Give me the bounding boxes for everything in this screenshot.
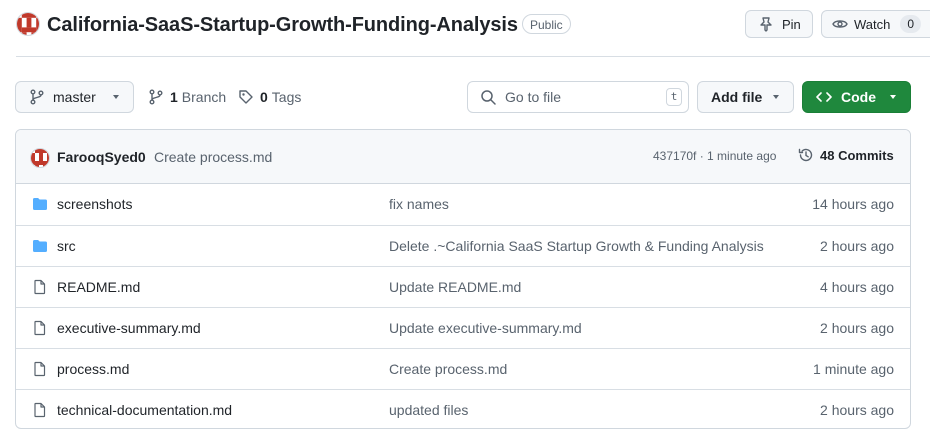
file-row[interactable]: src Delete .~California SaaS Startup Gro… xyxy=(16,225,910,266)
watch-button[interactable]: Watch 0 xyxy=(821,10,930,38)
search-placeholder: Go to file xyxy=(505,89,562,105)
folder-icon xyxy=(32,196,48,215)
file-row[interactable]: screenshots fix names 14 hours ago xyxy=(16,184,910,225)
branch-count: 1 xyxy=(170,89,178,105)
file-commit-message[interactable]: updated files xyxy=(389,402,774,418)
file-name[interactable]: executive-summary.md xyxy=(57,320,201,336)
file-icon xyxy=(32,361,48,380)
file-name[interactable]: technical-documentation.md xyxy=(57,402,232,418)
identicon-avatar xyxy=(31,149,49,167)
repo-name[interactable]: California-SaaS-Startup-Growth-Funding-A… xyxy=(47,12,518,38)
branch-icon xyxy=(149,89,163,105)
file-name[interactable]: README.md xyxy=(57,279,140,295)
pin-icon xyxy=(760,17,772,32)
branches-link[interactable]: 1 Branch xyxy=(148,81,226,113)
tag-icon xyxy=(239,90,253,104)
file-commit-message[interactable]: Delete .~California SaaS Startup Growth … xyxy=(389,238,774,254)
eye-icon xyxy=(832,20,848,28)
triangle-down-icon xyxy=(113,95,119,99)
file-list: screenshots fix names 14 hours ago src D… xyxy=(16,184,910,428)
header-divider xyxy=(16,56,930,57)
file-name[interactable]: screenshots xyxy=(57,196,132,212)
shortcut-key: t xyxy=(666,88,682,106)
file-icon xyxy=(32,402,48,421)
triangle-down-icon xyxy=(890,95,896,99)
go-to-file-input[interactable]: Go to file t xyxy=(467,81,689,113)
commit-message[interactable]: Create process.md xyxy=(154,149,272,165)
file-age: 2 hours ago xyxy=(820,402,894,418)
file-commit-message[interactable]: fix names xyxy=(389,196,774,212)
add-file-label: Add file xyxy=(711,89,763,105)
identicon-avatar xyxy=(17,13,39,35)
owner-avatar[interactable] xyxy=(16,12,40,36)
code-label: Code xyxy=(841,89,876,105)
watch-label: Watch xyxy=(854,16,891,32)
branch-count-label: Branch xyxy=(181,89,227,105)
file-age: 14 hours ago xyxy=(812,196,894,212)
file-name[interactable]: src xyxy=(57,238,76,254)
tag-count: 0 xyxy=(260,89,268,105)
triangle-down-icon xyxy=(773,95,779,99)
file-icon xyxy=(32,320,48,339)
pin-label: Pin xyxy=(782,16,801,32)
branch-icon xyxy=(30,89,44,105)
tag-count-label: Tags xyxy=(271,89,302,105)
branch-name: master xyxy=(53,89,96,105)
visibility-badge: Public xyxy=(522,14,571,34)
file-row[interactable]: technical-documentation.md updated files… xyxy=(16,389,910,428)
file-icon xyxy=(32,279,48,298)
file-row[interactable]: README.md Update README.md 4 hours ago xyxy=(16,266,910,307)
file-commit-message[interactable]: Update README.md xyxy=(389,279,774,295)
commits-link[interactable]: 48 Commits xyxy=(798,147,894,163)
code-icon xyxy=(816,92,832,102)
folder-icon xyxy=(32,238,48,257)
commits-count-label: 48 Commits xyxy=(820,147,894,163)
code-button[interactable]: Code xyxy=(802,81,911,113)
search-icon xyxy=(481,90,496,105)
file-row[interactable]: executive-summary.md Update executive-su… xyxy=(16,307,910,348)
latest-commit-bar: FarooqSyed0 Create process.md 437170f · … xyxy=(16,130,910,184)
add-file-button[interactable]: Add file xyxy=(697,81,794,113)
pin-button[interactable]: Pin xyxy=(745,10,813,38)
tags-link[interactable]: 0 Tags xyxy=(238,81,301,113)
file-age: 2 hours ago xyxy=(820,238,894,254)
author-avatar[interactable] xyxy=(30,148,50,168)
branch-select-button[interactable]: master xyxy=(15,81,134,113)
file-age: 1 minute ago xyxy=(813,361,894,377)
commit-author[interactable]: FarooqSyed0 xyxy=(57,149,146,165)
file-name[interactable]: process.md xyxy=(57,361,129,377)
file-commit-message[interactable]: Create process.md xyxy=(389,361,774,377)
history-icon xyxy=(798,148,813,162)
watch-count: 0 xyxy=(900,15,922,33)
file-age: 2 hours ago xyxy=(820,320,894,336)
file-row[interactable]: process.md Create process.md 1 minute ag… xyxy=(16,348,910,389)
file-browser: FarooqSyed0 Create process.md 437170f · … xyxy=(15,129,911,429)
file-age: 4 hours ago xyxy=(820,279,894,295)
file-commit-message[interactable]: Update executive-summary.md xyxy=(389,320,774,336)
commit-hash-time[interactable]: 437170f · 1 minute ago xyxy=(653,149,776,163)
